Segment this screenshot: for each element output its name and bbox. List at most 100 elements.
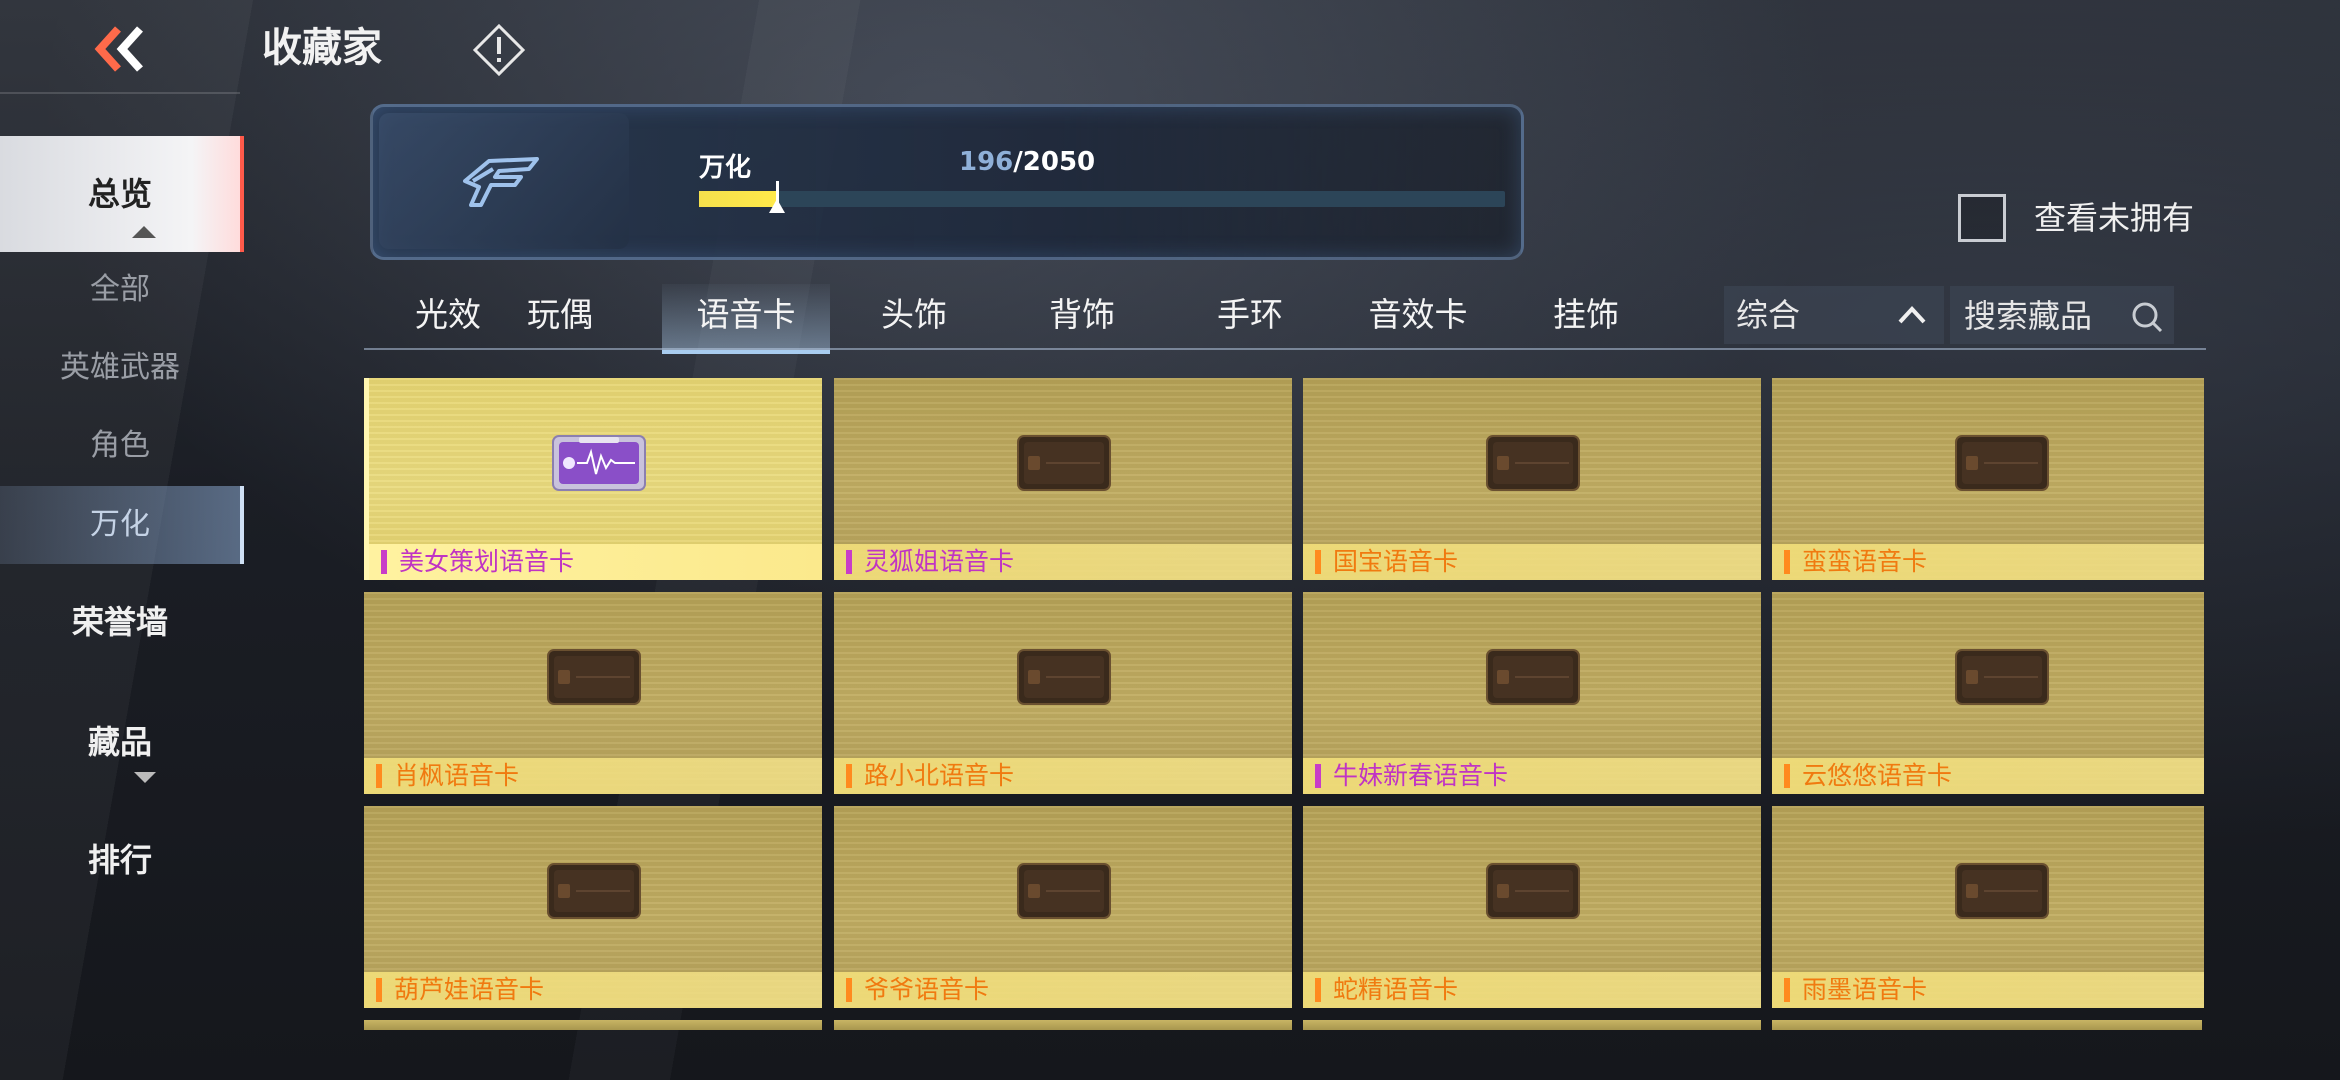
rarity-marker [1784,978,1790,1002]
view-unowned-checkbox[interactable] [1958,194,2006,242]
tab-sound-card[interactable]: 音效卡 [1334,284,1502,350]
search-input[interactable] [1962,286,2126,346]
item-name: 灵狐姐语音卡 [864,547,1015,576]
tab-pendant[interactable]: 挂饰 [1502,284,1670,350]
back-button[interactable] [78,18,158,80]
voice-card-icon [1017,435,1111,491]
item-card[interactable]: 路小北语音卡 [834,592,1292,794]
rarity-marker [376,764,382,788]
item-name-bar: 路小北语音卡 [834,758,1292,794]
item-card[interactable]: 雨墨语音卡 [1772,806,2204,1008]
item-card[interactable]: 牛妹新春语音卡 [1303,592,1761,794]
voice-card-icon [1486,435,1580,491]
cf-logo-icon [463,157,539,207]
item-name: 牛妹新春语音卡 [1333,761,1509,790]
voice-card-icon [1955,863,2049,919]
rarity-marker [1315,764,1321,788]
item-card[interactable]: 肖枫语音卡 [364,592,822,794]
item-card[interactable]: 云悠悠语音卡 [1772,592,2204,794]
item-card[interactable]: 葫芦娃语音卡 [364,806,822,1008]
item-grid: 美女策划语音卡 灵狐姐语音卡 国宝语音卡 蛮蛮语音卡肖枫语音卡 路小北语音卡 牛妹新春语音… [364,378,2204,1080]
next-row-peek [834,1020,1292,1030]
progress-total: 2050 [1022,147,1096,177]
progress-bar-fill [699,191,776,207]
item-name-bar: 雨墨语音卡 [1772,972,2204,1008]
progress-marker [769,181,785,213]
caret-down-icon [134,772,156,783]
search-box[interactable] [1950,286,2174,346]
item-card[interactable]: 国宝语音卡 [1303,378,1761,580]
tab-bracelet[interactable]: 手环 [1166,284,1334,350]
tab-voice-card[interactable]: 语音卡 [662,284,830,354]
double-chevron-left-icon [94,26,143,72]
sort-selected: 综合 [1736,296,1801,334]
item-name: 葫芦娃语音卡 [394,975,545,1004]
item-card[interactable]: 美女策划语音卡 [364,378,822,580]
sidebar-item-honor-wall[interactable]: 荣誉墙 [0,592,240,652]
voice-card-icon [547,863,641,919]
sidebar-subitem-all[interactable]: 全部 [0,254,240,326]
sidebar-item-ranking[interactable]: 排行 [0,830,240,890]
sidebar-subitem-wanhua[interactable]: 万化 [0,486,244,564]
sidebar-subitem-hero-weapons[interactable]: 英雄武器 [0,332,240,404]
item-name-bar: 牛妹新春语音卡 [1303,758,1761,794]
item-card[interactable]: 蛮蛮语音卡 [1772,378,2204,580]
next-row-peek [1303,1020,1761,1030]
item-name: 路小北语音卡 [864,761,1015,790]
sidebar-item-label: 总览 [87,175,152,213]
rarity-marker [846,764,852,788]
next-row-peek [1772,1020,2202,1030]
item-card[interactable]: 灵狐姐语音卡 [834,378,1292,580]
collection-progress-panel: 万化 196/2050 [370,104,1524,260]
item-name-bar: 葫芦娃语音卡 [364,972,822,1008]
rarity-marker [376,978,382,1002]
item-name: 雨墨语音卡 [1802,975,1928,1004]
rarity-marker [1784,764,1790,788]
rarity-marker [1315,978,1321,1002]
view-unowned-label: 查看未拥有 [2034,199,2195,237]
caret-up-icon [132,226,156,238]
rarity-marker [846,978,852,1002]
voice-card-icon [547,649,641,705]
logo-box [379,113,629,249]
tab-divider [364,348,2206,350]
progress-bar [699,181,1505,213]
item-name-bar: 肖枫语音卡 [364,758,822,794]
page-title: 收藏家 [262,25,382,71]
voice-card-icon [1486,649,1580,705]
progress-owned: 196 [959,147,1014,177]
rarity-marker [846,550,852,574]
voice-card-icon [1955,435,2049,491]
chevron-up-icon [1898,306,1926,324]
rarity-marker [1315,550,1321,574]
sidebar-item-collection[interactable]: 藏品 [0,712,240,783]
exclamation-diamond-icon [472,23,526,77]
item-name: 云悠悠语音卡 [1802,761,1953,790]
info-button[interactable] [472,23,526,77]
tab-headwear[interactable]: 头饰 [830,284,998,350]
rarity-marker [1784,550,1790,574]
item-name: 蛇精语音卡 [1333,975,1459,1004]
item-name-bar: 云悠悠语音卡 [1772,758,2204,794]
sidebar-item-overview[interactable]: 总览 [0,136,244,252]
tab-back-accessory[interactable]: 背饰 [998,284,1166,350]
item-card[interactable]: 蛇精语音卡 [1303,806,1761,1008]
item-name-bar: 爷爷语音卡 [834,972,1292,1008]
voice-card-icon [1486,863,1580,919]
sidebar-item-label: 藏品 [87,723,152,761]
item-name: 蛮蛮语音卡 [1802,547,1928,576]
search-icon[interactable] [2128,298,2166,336]
progress-count: 196/2050 [959,147,1095,177]
voice-card-icon [1955,649,2049,705]
progress-separator: / [1013,147,1023,177]
item-name-bar: 蛮蛮语音卡 [1772,544,2204,580]
item-card[interactable]: 爷爷语音卡 [834,806,1292,1008]
sidebar-subitem-characters[interactable]: 角色 [0,410,240,482]
item-name: 爷爷语音卡 [864,975,990,1004]
sort-dropdown[interactable]: 综合 [1724,286,1944,344]
tab-doll[interactable]: 玩偶 [476,284,644,350]
item-name-bar: 美女策划语音卡 [369,544,822,580]
voice-card-icon [552,435,646,491]
rarity-marker [381,550,387,574]
item-name-bar: 蛇精语音卡 [1303,972,1761,1008]
